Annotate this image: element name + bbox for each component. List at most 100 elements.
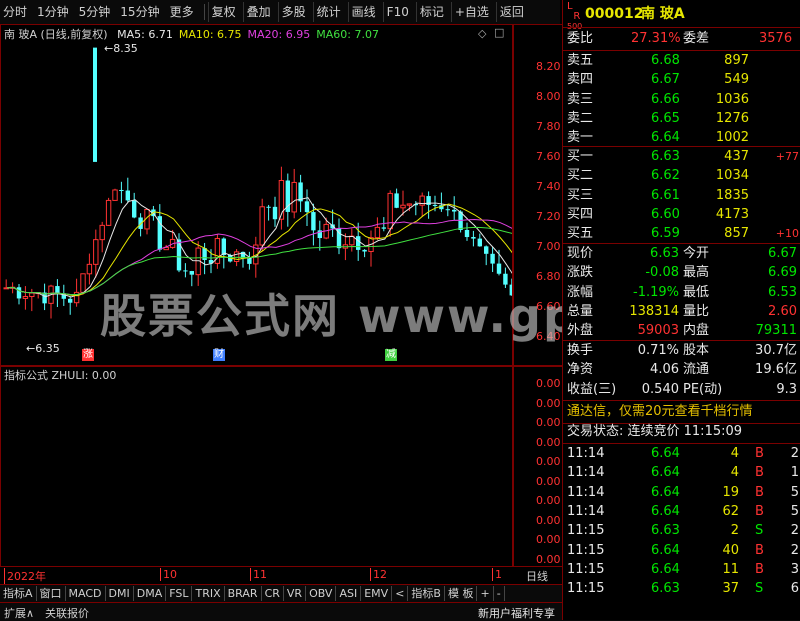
candle[interactable] — [311, 212, 316, 231]
ask-row[interactable]: 卖二 6.65 1276 — [563, 109, 800, 129]
indicator-tab-16[interactable]: + — [477, 586, 494, 601]
indicator-title[interactable]: 指标公式 ZHULI: 0.00 — [4, 367, 116, 383]
candle[interactable] — [132, 200, 137, 218]
candle[interactable] — [266, 206, 271, 208]
period-tab-3[interactable]: 15分钟 — [117, 2, 162, 22]
candle[interactable] — [471, 237, 476, 239]
candle[interactable] — [272, 206, 278, 220]
toolbar-action-2[interactable]: 多股 — [277, 2, 309, 22]
indicator-tab-15[interactable]: 模 板 — [445, 586, 478, 601]
candle[interactable] — [452, 209, 457, 212]
indicator-tab-10[interactable]: OBV — [306, 586, 337, 601]
candle[interactable] — [105, 199, 112, 226]
indicator-tab-12[interactable]: EMV — [361, 586, 393, 601]
candle[interactable] — [304, 201, 310, 213]
candle[interactable] — [484, 246, 489, 254]
ask-row[interactable]: 卖五 6.68 897 — [563, 51, 800, 71]
toolbar-action-6[interactable]: 标记 — [415, 2, 447, 22]
ask-row[interactable]: 卖三 6.66 1036 — [563, 90, 800, 110]
promo-link[interactable]: 新用户福利专享 — [478, 605, 555, 621]
indicator-tab-2[interactable]: MACD — [66, 586, 106, 601]
candle[interactable] — [16, 287, 22, 299]
toolbar-action-7[interactable]: +自选 — [450, 2, 492, 22]
ask-row[interactable]: 卖四 6.67 549 — [563, 70, 800, 90]
candle[interactable] — [394, 193, 399, 208]
candle[interactable] — [432, 204, 438, 206]
candle[interactable] — [119, 189, 124, 191]
indicator-tab-9[interactable]: VR — [284, 586, 307, 601]
event-marker[interactable]: 涨 — [82, 349, 94, 361]
diamond-icon[interactable]: ◇ — [478, 27, 486, 40]
toolbar-action-8[interactable]: 返回 — [495, 2, 527, 22]
tick-row[interactable]: 11:14 6.64 4 B 2 — [563, 444, 800, 464]
candle[interactable] — [374, 226, 381, 239]
candle[interactable] — [490, 253, 495, 264]
candle[interactable] — [362, 249, 367, 252]
tick-row[interactable]: 11:15 6.64 11 B 3 — [563, 560, 800, 580]
candle[interactable] — [496, 263, 502, 274]
candle[interactable] — [99, 224, 105, 241]
candle[interactable] — [125, 190, 130, 201]
bid-row[interactable]: 买二 6.62 1034 — [563, 166, 800, 186]
tick-row[interactable]: 11:14 6.64 62 B 5 — [563, 502, 800, 522]
candle[interactable] — [259, 206, 265, 246]
candle[interactable] — [291, 181, 297, 213]
candle[interactable] — [381, 227, 386, 229]
indicator-tab-7[interactable]: BRAR — [225, 586, 262, 601]
period-tab-0[interactable]: 分时 — [0, 2, 30, 22]
candle[interactable] — [406, 203, 413, 206]
toolbar-action-0[interactable]: 复权 — [207, 2, 239, 22]
bid-row[interactable]: 买一 6.63 437 +77 — [563, 147, 800, 167]
tick-row[interactable]: 11:15 6.63 2 S 2 — [563, 521, 800, 541]
tick-row[interactable]: 11:15 6.63 37 S 6 — [563, 579, 800, 599]
candle[interactable] — [55, 286, 60, 294]
indicator-tab-4[interactable]: DMA — [134, 586, 167, 601]
related-quote-button[interactable]: 关联报价 — [45, 605, 89, 621]
candle[interactable] — [68, 298, 73, 303]
bid-row[interactable]: 买五 6.59 857 +10 — [563, 224, 800, 244]
period-tab-4[interactable]: 更多 — [167, 2, 197, 22]
bid-row[interactable]: 买三 6.61 1835 — [563, 186, 800, 206]
candle[interactable] — [221, 238, 226, 255]
candle[interactable] — [477, 238, 482, 247]
square-icon[interactable]: □ — [494, 26, 504, 39]
candle[interactable] — [80, 273, 86, 293]
candle[interactable] — [183, 270, 188, 272]
candle[interactable] — [247, 258, 252, 264]
tick-row[interactable]: 11:14 6.64 4 B 1 — [563, 463, 800, 483]
candle[interactable] — [22, 296, 29, 299]
indicator-tab-1[interactable]: 窗口 — [37, 586, 66, 601]
indicator-tab-17[interactable]: - — [494, 586, 505, 601]
indicator-tab-6[interactable]: TRIX — [192, 586, 225, 601]
indicator-tab-14[interactable]: 指标B — [408, 586, 445, 601]
indicator-tab-13[interactable]: < — [392, 586, 409, 601]
candle[interactable] — [112, 189, 118, 201]
candle-spike[interactable] — [93, 47, 97, 162]
toolbar-action-4[interactable]: 画线 — [347, 2, 379, 22]
tick-row[interactable]: 11:14 6.64 19 B 5 — [563, 483, 800, 503]
toolbar-action-1[interactable]: 叠加 — [242, 2, 274, 22]
event-marker[interactable]: 减 — [385, 349, 397, 361]
event-marker[interactable]: 财 — [213, 349, 225, 361]
indicator-tab-11[interactable]: ASI — [336, 586, 362, 601]
candle[interactable] — [176, 239, 182, 271]
indicator-tab-5[interactable]: FSL — [166, 586, 193, 601]
indicator-tab-8[interactable]: CR — [262, 586, 284, 601]
period-tab-1[interactable]: 1分钟 — [34, 2, 72, 22]
promo-text[interactable]: 通达信，仅需20元查看千档行情 — [567, 402, 753, 422]
candle[interactable] — [189, 271, 194, 275]
candle[interactable] — [86, 263, 93, 275]
indicator-tab-0[interactable]: 指标A — [0, 586, 37, 601]
candle[interactable] — [445, 209, 450, 211]
candle[interactable] — [356, 236, 361, 250]
candle[interactable] — [93, 239, 99, 265]
toolbar-action-5[interactable]: F10 — [382, 2, 412, 22]
promo-row[interactable]: 通达信，仅需20元查看千档行情 — [563, 402, 800, 422]
candle[interactable] — [29, 292, 35, 298]
candle[interactable] — [400, 204, 406, 209]
toolbar-action-3[interactable]: 统计 — [312, 2, 344, 22]
candle[interactable] — [464, 229, 470, 238]
expand-button[interactable]: 扩展∧ — [4, 605, 34, 621]
tick-row[interactable]: 11:15 6.64 40 B 2 — [563, 541, 800, 561]
indicator-tab-3[interactable]: DMI — [106, 586, 134, 601]
